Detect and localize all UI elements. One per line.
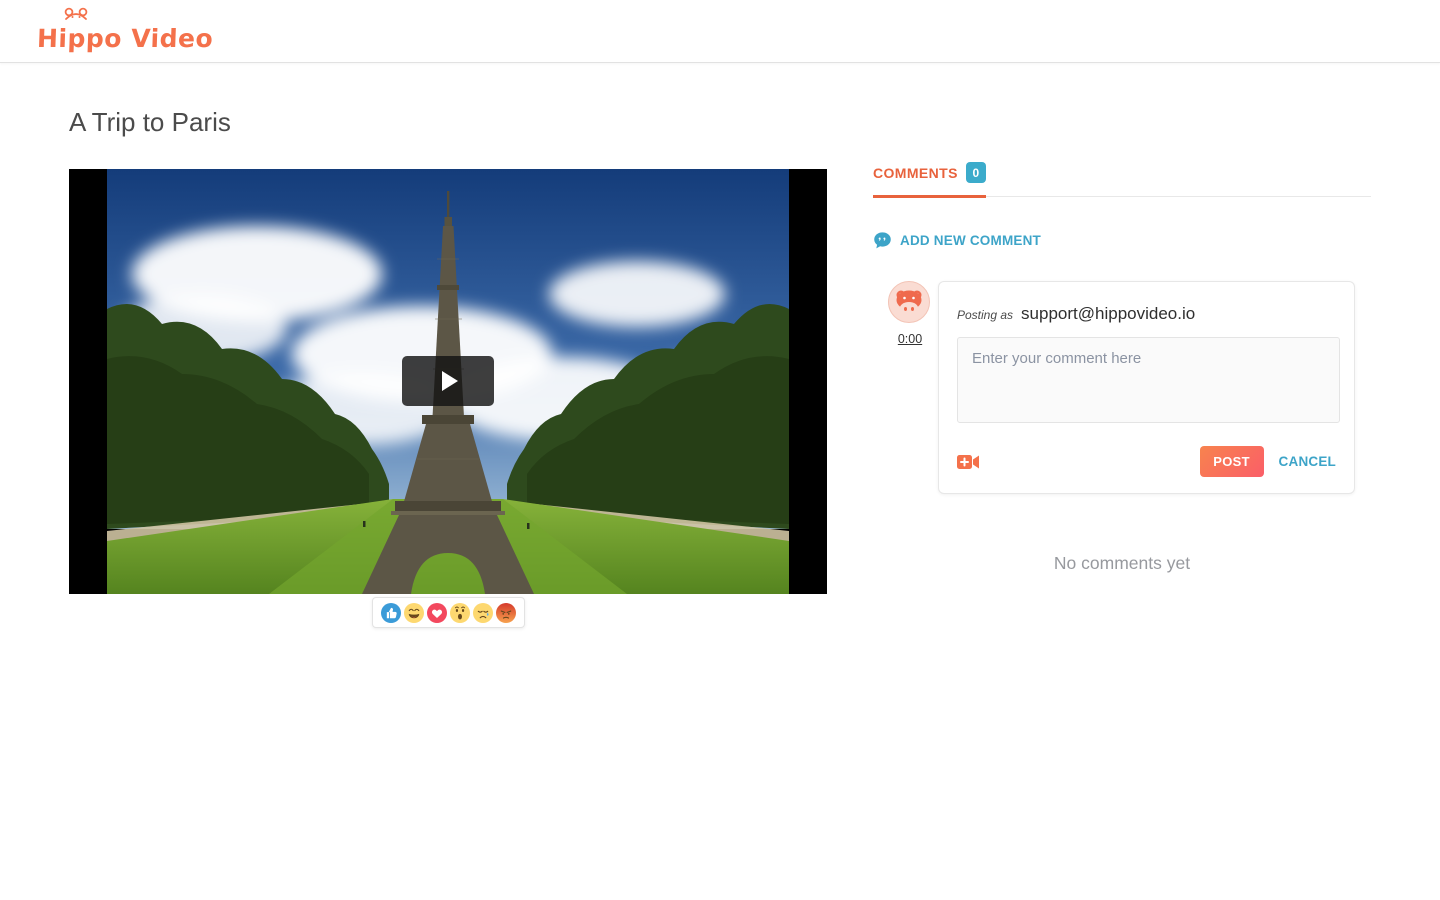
- play-button[interactable]: [402, 356, 494, 406]
- reaction-haha-icon[interactable]: [404, 603, 424, 623]
- speech-bubble-icon: [873, 231, 892, 250]
- tab-comments[interactable]: COMMENTS 0: [873, 162, 986, 198]
- play-icon: [442, 371, 458, 391]
- page-title: A Trip to Paris: [69, 107, 231, 138]
- comment-input[interactable]: [957, 337, 1340, 423]
- reaction-wow-icon[interactable]: [450, 603, 470, 623]
- reactions-bar: [372, 597, 525, 628]
- comments-tab-row: COMMENTS 0: [873, 160, 1371, 197]
- record-video-icon[interactable]: [957, 454, 979, 470]
- comments-tab-label: COMMENTS: [873, 165, 958, 181]
- reaction-like-icon[interactable]: [381, 603, 401, 623]
- logo-wordmark: Hippo Video: [36, 24, 213, 53]
- user-avatar: [888, 281, 930, 323]
- top-header: Hippo Video: [0, 0, 1440, 63]
- comments-count-badge: 0: [966, 162, 986, 183]
- add-new-comment-label: ADD NEW COMMENT: [900, 233, 1041, 248]
- timestamp-link[interactable]: 0:00: [898, 332, 922, 346]
- video-player[interactable]: [69, 169, 827, 594]
- hippo-video-logo[interactable]: Hippo Video: [37, 16, 213, 56]
- post-button[interactable]: POST: [1200, 446, 1264, 477]
- comments-panel: COMMENTS 0 ADD NEW COMMENT: [873, 160, 1371, 197]
- comment-card: Posting as support@hippovideo.io POST CA…: [938, 281, 1355, 494]
- no-comments-message: No comments yet: [873, 553, 1371, 574]
- posting-as-email: support@hippovideo.io: [1021, 304, 1195, 324]
- add-new-comment-button[interactable]: ADD NEW COMMENT: [873, 231, 1041, 250]
- posting-as-label: Posting as: [957, 308, 1013, 322]
- cancel-button[interactable]: CANCEL: [1279, 454, 1336, 469]
- reaction-sad-icon[interactable]: [473, 603, 493, 623]
- reaction-love-icon[interactable]: [427, 603, 447, 623]
- reaction-angry-icon[interactable]: [496, 603, 516, 623]
